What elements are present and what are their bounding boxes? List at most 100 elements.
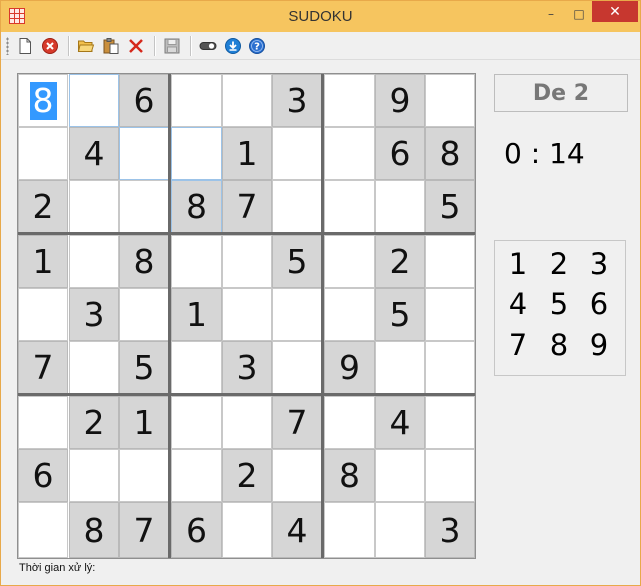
sudoku-cell-r4-c2[interactable] xyxy=(69,235,119,288)
paste-button[interactable] xyxy=(100,35,122,57)
sudoku-cell-r7-c4[interactable] xyxy=(171,396,222,449)
sudoku-cell-r6-c9[interactable] xyxy=(425,341,475,394)
sudoku-cell-r5-c5[interactable] xyxy=(222,288,272,341)
maximize-button[interactable]: □ xyxy=(567,3,591,25)
sudoku-cell-r4-c9[interactable] xyxy=(425,235,475,288)
sudoku-cell-r2-c5[interactable]: 1 xyxy=(222,127,272,180)
sudoku-cell-r6-c7[interactable]: 9 xyxy=(324,341,375,394)
sudoku-cell-r5-c3[interactable] xyxy=(119,288,169,341)
sudoku-cell-r2-c9[interactable]: 8 xyxy=(425,127,475,180)
sudoku-cell-r9-c7[interactable] xyxy=(324,502,375,558)
sudoku-cell-r6-c6[interactable] xyxy=(272,341,322,394)
sudoku-cell-r2-c2[interactable]: 4 xyxy=(69,127,119,180)
numpad-key-3[interactable]: 3 xyxy=(579,244,619,284)
sudoku-cell-r2-c1[interactable] xyxy=(18,127,68,180)
sudoku-cell-r7-c7[interactable] xyxy=(324,396,375,449)
sudoku-cell-r3-c2[interactable] xyxy=(69,180,119,233)
close-button[interactable]: ✕ xyxy=(592,1,638,22)
sudoku-cell-r8-c7[interactable]: 8 xyxy=(324,449,375,502)
sudoku-cell-r5-c6[interactable] xyxy=(272,288,322,341)
open-button[interactable] xyxy=(75,35,97,57)
save-button[interactable] xyxy=(161,35,183,57)
sudoku-cell-r9-c8[interactable] xyxy=(375,502,425,558)
sudoku-cell-r5-c4[interactable]: 1 xyxy=(171,288,222,341)
sudoku-cell-r2-c3[interactable] xyxy=(119,127,169,180)
sudoku-cell-r9-c6[interactable]: 4 xyxy=(272,502,322,558)
delete-button[interactable] xyxy=(39,35,61,57)
sudoku-cell-r6-c2[interactable] xyxy=(69,341,119,394)
sudoku-cell-r5-c9[interactable] xyxy=(425,288,475,341)
sudoku-cell-r1-c4[interactable] xyxy=(171,74,222,127)
sudoku-cell-r8-c6[interactable] xyxy=(272,449,322,502)
sudoku-cell-r6-c1[interactable]: 7 xyxy=(18,341,68,394)
numpad-key-5[interactable]: 5 xyxy=(539,284,579,324)
toolbar-grip[interactable] xyxy=(6,37,9,55)
sudoku-cell-r7-c2[interactable]: 2 xyxy=(69,396,119,449)
numpad-key-1[interactable]: 1 xyxy=(498,244,538,284)
sudoku-cell-r4-c6[interactable]: 5 xyxy=(272,235,322,288)
sudoku-cell-r3-c7[interactable] xyxy=(324,180,375,233)
numpad-key-6[interactable]: 6 xyxy=(579,284,619,324)
sudoku-cell-r5-c8[interactable]: 5 xyxy=(375,288,425,341)
sudoku-cell-r6-c3[interactable]: 5 xyxy=(119,341,169,394)
sudoku-cell-r8-c2[interactable] xyxy=(69,449,119,502)
sudoku-cell-r9-c2[interactable]: 8 xyxy=(69,502,119,558)
sudoku-cell-r1-c7[interactable] xyxy=(324,74,375,127)
sudoku-cell-r4-c8[interactable]: 2 xyxy=(375,235,425,288)
sudoku-cell-r3-c6[interactable] xyxy=(272,180,322,233)
sudoku-cell-r4-c3[interactable]: 8 xyxy=(119,235,169,288)
sudoku-cell-r1-c5[interactable] xyxy=(222,74,272,127)
sudoku-cell-r3-c5[interactable]: 7 xyxy=(222,180,272,233)
download-button[interactable] xyxy=(222,35,244,57)
sudoku-cell-r2-c4[interactable] xyxy=(171,127,222,180)
sudoku-cell-r4-c5[interactable] xyxy=(222,235,272,288)
sudoku-cell-r9-c9[interactable]: 3 xyxy=(425,502,475,558)
numpad-key-4[interactable]: 4 xyxy=(498,284,538,324)
toggle-button[interactable] xyxy=(197,35,219,57)
sudoku-cell-r7-c8[interactable]: 4 xyxy=(375,396,425,449)
sudoku-cell-r7-c6[interactable]: 7 xyxy=(272,396,322,449)
sudoku-cell-r3-c8[interactable] xyxy=(375,180,425,233)
sudoku-cell-r4-c1[interactable]: 1 xyxy=(18,235,68,288)
sudoku-cell-r8-c1[interactable]: 6 xyxy=(18,449,68,502)
sudoku-cell-r1-c6[interactable]: 3 xyxy=(272,74,322,127)
sudoku-cell-r7-c9[interactable] xyxy=(425,396,475,449)
cut-button[interactable] xyxy=(125,35,147,57)
minimize-button[interactable]: – xyxy=(539,3,563,25)
numpad-key-8[interactable]: 8 xyxy=(539,325,579,365)
sudoku-cell-r3-c1[interactable]: 2 xyxy=(18,180,68,233)
sudoku-cell-r5-c2[interactable]: 3 xyxy=(69,288,119,341)
sudoku-cell-r9-c1[interactable] xyxy=(18,502,68,558)
sudoku-cell-r1-c9[interactable] xyxy=(425,74,475,127)
new-button[interactable] xyxy=(14,35,36,57)
sudoku-cell-r5-c1[interactable] xyxy=(18,288,68,341)
sudoku-cell-r2-c7[interactable] xyxy=(324,127,375,180)
sudoku-cell-r2-c6[interactable] xyxy=(272,127,322,180)
sudoku-cell-r3-c3[interactable] xyxy=(119,180,169,233)
sudoku-cell-r1-c1[interactable]: 8 xyxy=(18,74,68,127)
sudoku-cell-r6-c5[interactable]: 3 xyxy=(222,341,272,394)
sudoku-cell-r4-c7[interactable] xyxy=(324,235,375,288)
sudoku-cell-r8-c5[interactable]: 2 xyxy=(222,449,272,502)
sudoku-cell-r3-c9[interactable]: 5 xyxy=(425,180,475,233)
sudoku-cell-r2-c8[interactable]: 6 xyxy=(375,127,425,180)
sudoku-cell-r8-c9[interactable] xyxy=(425,449,475,502)
sudoku-cell-r3-c4[interactable]: 8 xyxy=(171,180,222,233)
sudoku-cell-r6-c8[interactable] xyxy=(375,341,425,394)
title-bar[interactable]: SUDOKU – □ ✕ xyxy=(1,1,640,32)
sudoku-cell-r6-c4[interactable] xyxy=(171,341,222,394)
sudoku-cell-r9-c5[interactable] xyxy=(222,502,272,558)
sudoku-cell-r7-c1[interactable] xyxy=(18,396,68,449)
sudoku-cell-r7-c5[interactable] xyxy=(222,396,272,449)
numpad-key-9[interactable]: 9 xyxy=(579,325,619,365)
sudoku-cell-r9-c4[interactable]: 6 xyxy=(171,502,222,558)
sudoku-cell-r1-c3[interactable]: 6 xyxy=(119,74,169,127)
sudoku-cell-r8-c8[interactable] xyxy=(375,449,425,502)
numpad-key-2[interactable]: 2 xyxy=(539,244,579,284)
numpad-key-7[interactable]: 7 xyxy=(498,325,538,365)
sudoku-cell-r1-c8[interactable]: 9 xyxy=(375,74,425,127)
sudoku-cell-r7-c3[interactable]: 1 xyxy=(119,396,169,449)
sudoku-cell-r9-c3[interactable]: 7 xyxy=(119,502,169,558)
sudoku-cell-r8-c3[interactable] xyxy=(119,449,169,502)
help-button[interactable]: ? xyxy=(246,35,268,57)
